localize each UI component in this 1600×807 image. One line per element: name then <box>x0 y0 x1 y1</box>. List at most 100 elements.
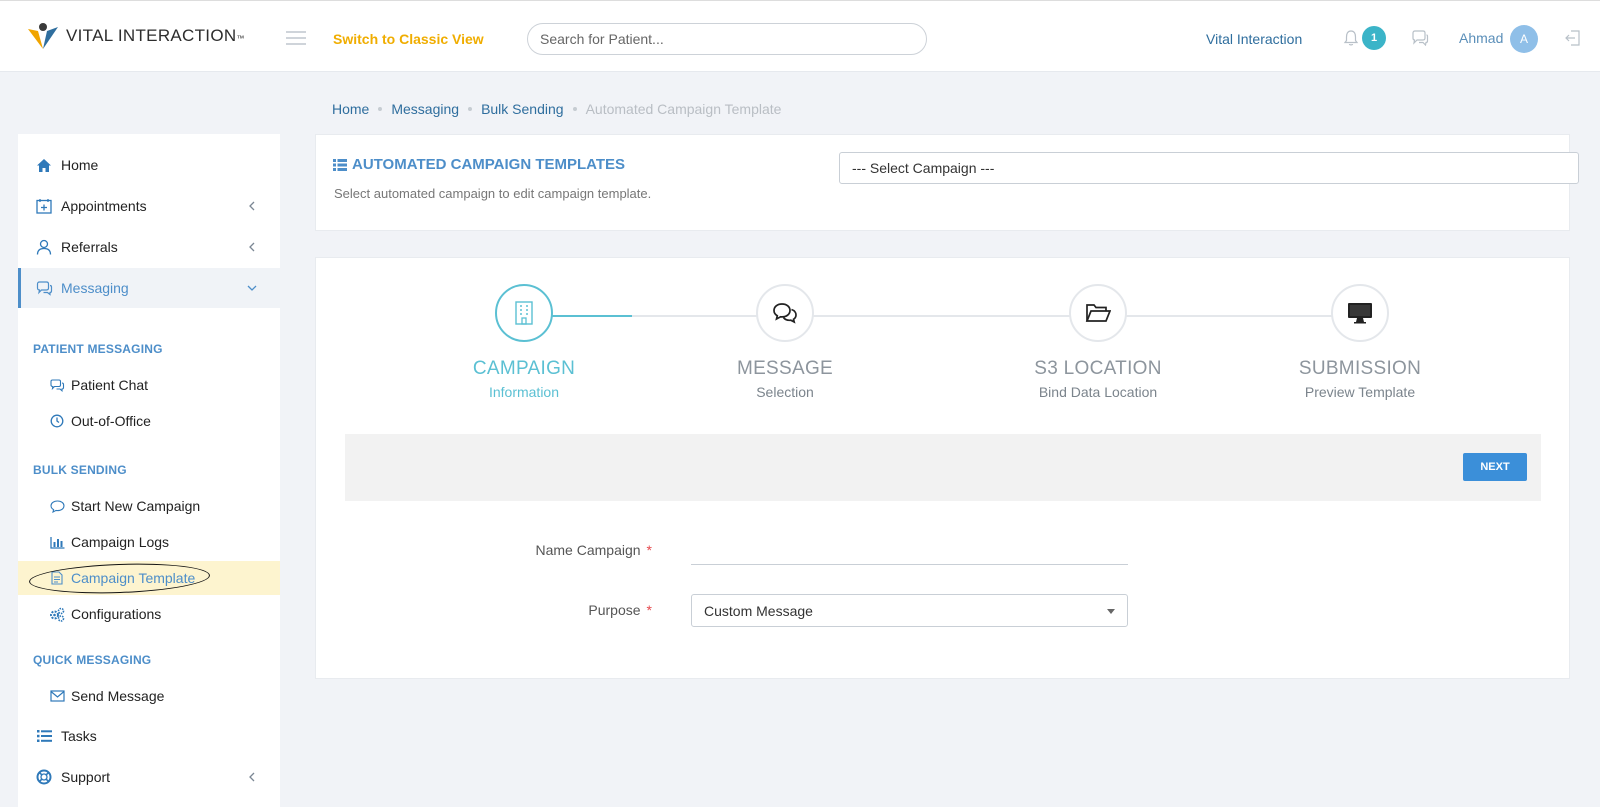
step-subtitle: Preview Template <box>1304 384 1416 400</box>
sidebar-item-label: Send Message <box>71 688 165 704</box>
sidebar-item-referrals[interactable]: Referrals <box>18 227 280 267</box>
chat-icon <box>49 377 65 393</box>
sidebar-item-configurations[interactable]: Configurations <box>18 597 280 631</box>
vital-interaction-logo-icon <box>28 23 58 49</box>
document-icon <box>49 570 65 586</box>
chevron-left-icon <box>249 201 255 211</box>
chat-icon <box>35 279 53 297</box>
sidebar-item-label: Messaging <box>61 280 129 296</box>
sidebar-item-start-new-campaign[interactable]: Start New Campaign <box>18 489 280 523</box>
purpose-label: Purpose * <box>588 602 652 618</box>
chevron-down-icon <box>247 285 257 291</box>
list-icon <box>35 727 53 745</box>
wizard-step-message[interactable]: MESSAGE Selection <box>685 284 885 400</box>
bar-chart-icon <box>49 534 65 550</box>
folder-open-icon <box>1085 304 1111 322</box>
sidebar-item-appointments[interactable]: Appointments <box>18 186 280 226</box>
step-subtitle: Information <box>488 384 560 400</box>
logout-icon[interactable] <box>1564 29 1582 47</box>
page-title: AUTOMATED CAMPAIGN TEMPLATES <box>333 156 625 173</box>
breadcrumb: Home Messaging Bulk Sending Automated Ca… <box>332 101 781 117</box>
chat-icon[interactable] <box>1411 30 1429 46</box>
breadcrumb-current: Automated Campaign Template <box>585 101 782 117</box>
chevron-left-icon <box>249 772 255 782</box>
name-campaign-label: Name Campaign * <box>535 542 652 558</box>
sidebar-item-send-message[interactable]: Send Message <box>18 679 280 713</box>
sidebar-item-label: Support <box>61 769 111 785</box>
sidebar-item-label: Patient Chat <box>71 377 149 393</box>
sidebar-item-label: Home <box>61 157 99 173</box>
sidebar-item-campaign-template[interactable]: Campaign Template <box>18 560 280 597</box>
purpose-selected-value: Custom Message <box>704 602 813 619</box>
breadcrumb-separator <box>572 107 577 111</box>
list-icon <box>333 158 347 171</box>
wizard-step-submission[interactable]: SUBMISSION Preview Template <box>1260 284 1460 400</box>
trademark: ™ <box>236 34 245 43</box>
section-label-bulk-sending: BULK SENDING <box>33 463 127 477</box>
sidebar-item-label: Configurations <box>71 606 162 622</box>
sidebar-item-label: Out-of-Office <box>71 413 151 429</box>
wizard-step-s3-location[interactable]: S3 LOCATION Bind Data Location <box>998 284 1198 400</box>
notification-count-badge: 1 <box>1362 26 1386 50</box>
breadcrumb-separator <box>378 107 383 111</box>
monitor-icon <box>1348 303 1372 324</box>
page-title-text: AUTOMATED CAMPAIGN TEMPLATES <box>352 156 626 173</box>
sidebar-item-label: Campaign Template <box>71 570 196 586</box>
sidebar-item-out-of-office[interactable]: Out-of-Office <box>18 404 280 438</box>
breadcrumb-home[interactable]: Home <box>332 101 369 117</box>
purpose-select[interactable]: Custom Message <box>691 594 1128 627</box>
step-title: CAMPAIGN <box>472 358 576 379</box>
sidebar-item-tasks[interactable]: Tasks <box>18 716 280 756</box>
avatar[interactable]: A <box>1510 25 1538 53</box>
clock-icon <box>49 413 65 429</box>
required-marker: * <box>646 602 652 618</box>
patient-search-input[interactable] <box>527 23 927 55</box>
top-header: VITAL INTERACTION™ Switch to Classic Vie… <box>0 0 1600 72</box>
breadcrumb-separator <box>468 107 473 111</box>
next-button[interactable]: NEXT <box>1463 453 1527 481</box>
campaign-wizard-card: CAMPAIGN Information MESSAGE Selection S… <box>315 257 1570 679</box>
menu-toggle-icon[interactable] <box>286 31 306 45</box>
sidebar-item-campaign-logs[interactable]: Campaign Logs <box>18 525 280 559</box>
gears-icon <box>49 606 65 622</box>
user-name-link[interactable]: Ahmad <box>1459 30 1503 46</box>
home-icon <box>35 156 53 174</box>
sidebar-item-home[interactable]: Home <box>18 145 280 185</box>
name-campaign-input[interactable] <box>691 535 1128 565</box>
lifebuoy-icon <box>35 768 53 786</box>
calendar-plus-icon <box>35 197 53 215</box>
sidebar-item-label: Tasks <box>61 728 97 744</box>
step-title: SUBMISSION <box>1298 358 1422 379</box>
sidebar-item-messaging[interactable]: Messaging <box>18 268 280 308</box>
campaign-select[interactable]: --- Select Campaign --- <box>839 152 1579 184</box>
step-subtitle: Selection <box>756 384 814 400</box>
section-label-patient-messaging: PATIENT MESSAGING <box>33 342 163 356</box>
step-title: S3 LOCATION <box>1034 358 1162 379</box>
breadcrumb-messaging[interactable]: Messaging <box>391 101 459 117</box>
required-marker: * <box>646 542 652 558</box>
sidebar: Home Appointments Referrals Messaging PA… <box>18 134 280 807</box>
wizard-step-campaign[interactable]: CAMPAIGN Information <box>424 284 624 400</box>
switch-classic-view-link[interactable]: Switch to Classic View <box>333 31 484 47</box>
organization-link[interactable]: Vital Interaction <box>1206 31 1302 47</box>
sidebar-item-label: Campaign Logs <box>71 534 170 550</box>
caret-down-icon <box>1107 609 1115 614</box>
brand-name-bold: INTERACTION <box>117 26 237 45</box>
step-subtitle: Bind Data Location <box>1038 384 1158 400</box>
sidebar-item-label: Appointments <box>61 198 147 214</box>
brand-name-light: VITAL <box>66 26 113 45</box>
sidebar-item-label: Referrals <box>61 239 118 255</box>
brand-logo[interactable]: VITAL INTERACTION™ <box>26 21 245 51</box>
step-title: MESSAGE <box>736 358 834 379</box>
sidebar-item-label: Start New Campaign <box>71 498 201 514</box>
building-icon <box>515 301 533 325</box>
campaign-selector-card: AUTOMATED CAMPAIGN TEMPLATES Select auto… <box>315 134 1579 231</box>
comments-icon <box>773 303 797 324</box>
sidebar-item-patient-chat[interactable]: Patient Chat <box>18 368 280 402</box>
sidebar-item-support[interactable]: Support <box>18 757 280 797</box>
bell-icon[interactable] <box>1342 29 1360 47</box>
breadcrumb-bulk-sending[interactable]: Bulk Sending <box>481 101 564 117</box>
comment-icon <box>49 498 65 514</box>
user-icon <box>35 238 53 256</box>
section-label-quick-messaging: QUICK MESSAGING <box>33 653 152 667</box>
